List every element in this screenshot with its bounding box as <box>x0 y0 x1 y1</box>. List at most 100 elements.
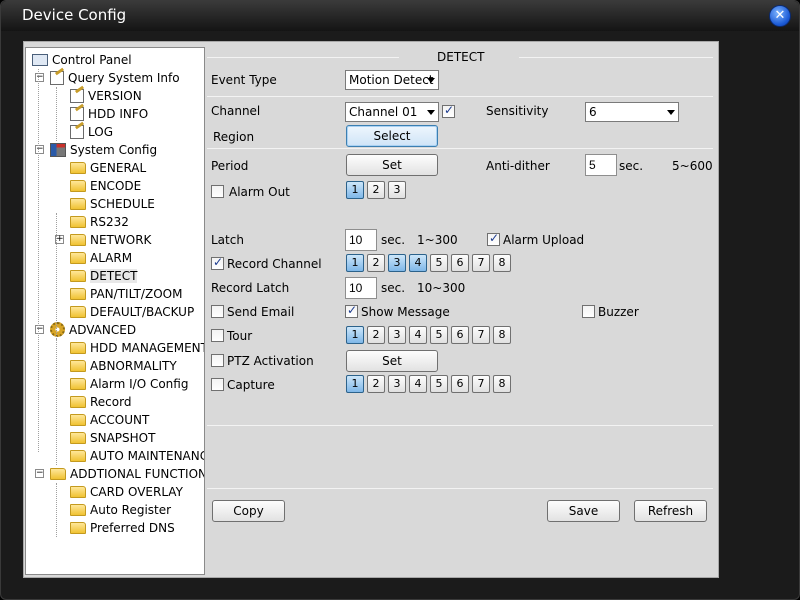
tree-item[interactable]: CARD OVERLAY <box>70 483 183 501</box>
folder-icon <box>70 522 86 534</box>
record-latch-input[interactable] <box>345 277 377 299</box>
capture-label: Capture <box>227 378 275 392</box>
tree-item[interactable]: ABNORMALITY <box>70 357 177 375</box>
channel-toggle-8[interactable]: 8 <box>493 326 511 344</box>
collapse-icon[interactable]: − <box>35 325 44 334</box>
channel-toggle-7[interactable]: 7 <box>472 375 490 393</box>
channel-enable-checkbox[interactable] <box>442 103 455 118</box>
channel-toggle-6[interactable]: 6 <box>451 254 469 272</box>
tree-item[interactable]: SNAPSHOT <box>70 429 155 447</box>
tour-checkbox[interactable] <box>211 329 224 342</box>
refresh-button[interactable]: Refresh <box>634 500 707 522</box>
collapse-icon[interactable]: − <box>35 469 44 478</box>
tree-item[interactable]: ACCOUNT <box>70 411 149 429</box>
alarm-out-checkbox[interactable] <box>211 185 224 198</box>
tree-item[interactable]: SCHEDULE <box>70 195 155 213</box>
tree-item[interactable]: Preferred DNS <box>70 519 175 537</box>
channel-toggle-1[interactable]: 1 <box>346 181 364 199</box>
title-bar[interactable]: Device Config ✕ <box>1 1 799 31</box>
ptz-set-button[interactable]: Set <box>346 350 438 372</box>
channel-toggle-4[interactable]: 4 <box>409 375 427 393</box>
tree-item[interactable]: RS232 <box>70 213 129 231</box>
tree-item[interactable]: System Config <box>50 141 157 159</box>
period-set-button[interactable]: Set <box>346 154 438 176</box>
edit-icon <box>70 125 84 139</box>
divider <box>519 57 713 58</box>
alarm-upload-checkbox[interactable] <box>487 231 500 246</box>
tools-icon <box>50 143 66 157</box>
tree-item[interactable]: Record <box>70 393 131 411</box>
event-type-label: Event Type <box>211 73 277 87</box>
edit-icon <box>70 107 84 121</box>
record-channel-checkbox[interactable] <box>211 255 224 270</box>
region-select-button[interactable]: Select <box>346 125 438 147</box>
channel-toggle-4[interactable]: 4 <box>409 326 427 344</box>
channel-toggle-6[interactable]: 6 <box>451 326 469 344</box>
channel-toggle-5[interactable]: 5 <box>430 375 448 393</box>
collapse-icon[interactable]: − <box>35 73 44 82</box>
latch-input[interactable] <box>345 229 377 251</box>
channel-toggle-7[interactable]: 7 <box>472 254 490 272</box>
tree-item[interactable]: Control Panel <box>32 51 132 69</box>
tree-item[interactable]: DEFAULT/BACKUP <box>70 303 194 321</box>
sensitivity-select[interactable]: 6 <box>585 102 679 122</box>
folder-icon <box>70 450 86 462</box>
copy-button[interactable]: Copy <box>212 500 285 522</box>
save-button[interactable]: Save <box>547 500 620 522</box>
close-icon: ✕ <box>774 8 786 23</box>
channel-toggle-2[interactable]: 2 <box>367 254 385 272</box>
channel-toggle-2[interactable]: 2 <box>367 326 385 344</box>
channel-toggle-5[interactable]: 5 <box>430 326 448 344</box>
channel-toggle-5[interactable]: 5 <box>430 254 448 272</box>
show-message-label: Show Message <box>361 305 450 319</box>
tree-item-label: LOG <box>88 125 114 139</box>
channel-toggle-8[interactable]: 8 <box>493 375 511 393</box>
channel-toggle-1[interactable]: 1 <box>346 326 364 344</box>
tree-item[interactable]: VERSION <box>70 87 142 105</box>
tree-item[interactable]: GENERAL <box>70 159 146 177</box>
collapse-icon[interactable]: − <box>35 145 44 154</box>
channel-select[interactable]: Channel 01 <box>345 102 439 122</box>
channel-toggle-4[interactable]: 4 <box>409 254 427 272</box>
channel-toggle-1[interactable]: 1 <box>346 375 364 393</box>
tree-item[interactable]: HDD MANAGEMENT <box>70 339 204 357</box>
sensitivity-value: 6 <box>589 105 597 119</box>
capture-checkbox[interactable] <box>211 378 224 391</box>
anti-dither-input[interactable] <box>585 154 617 176</box>
channel-toggle-2[interactable]: 2 <box>367 181 385 199</box>
channel-toggle-8[interactable]: 8 <box>493 254 511 272</box>
channel-toggle-3[interactable]: 3 <box>388 375 406 393</box>
tree-item[interactable]: DETECT <box>70 267 138 285</box>
tree-item[interactable]: LOG <box>70 123 113 141</box>
tree-item[interactable]: Auto Register <box>70 501 171 519</box>
close-button[interactable]: ✕ <box>769 5 791 27</box>
tree-item[interactable]: PAN/TILT/ZOOM <box>70 285 182 303</box>
folder-icon <box>70 180 86 192</box>
channel-toggle-3[interactable]: 3 <box>388 326 406 344</box>
channel-toggle-3[interactable]: 3 <box>388 254 406 272</box>
channel-toggle-7[interactable]: 7 <box>472 326 490 344</box>
tree-item[interactable]: NETWORK <box>70 231 151 249</box>
channel-toggle-2[interactable]: 2 <box>367 375 385 393</box>
tree-item[interactable]: ADVANCED <box>50 321 136 339</box>
folder-icon <box>70 306 86 318</box>
edit-icon <box>50 71 64 85</box>
tree-item[interactable]: Query System Info <box>50 69 180 87</box>
tree-item[interactable]: ENCODE <box>70 177 141 195</box>
show-message-checkbox[interactable] <box>345 303 358 318</box>
tree-item[interactable]: AUTO MAINTENANC <box>70 447 204 465</box>
tree-item[interactable]: ADDTIONAL FUNCTION <box>50 465 204 483</box>
folder-icon <box>70 432 86 444</box>
buzzer-checkbox[interactable] <box>582 305 595 318</box>
event-type-select[interactable]: Motion Detect <box>345 70 439 90</box>
tree-item[interactable]: ALARM <box>70 249 132 267</box>
channel-toggle-6[interactable]: 6 <box>451 375 469 393</box>
tree-item-label: Alarm I/O Config <box>90 377 189 391</box>
channel-toggle-1[interactable]: 1 <box>346 254 364 272</box>
ptz-activation-checkbox[interactable] <box>211 354 224 367</box>
tree-item[interactable]: Alarm I/O Config <box>70 375 188 393</box>
send-email-checkbox[interactable] <box>211 305 224 318</box>
tree-item[interactable]: HDD INFO <box>70 105 148 123</box>
channel-toggle-3[interactable]: 3 <box>388 181 406 199</box>
channel-label: Channel <box>211 104 261 118</box>
